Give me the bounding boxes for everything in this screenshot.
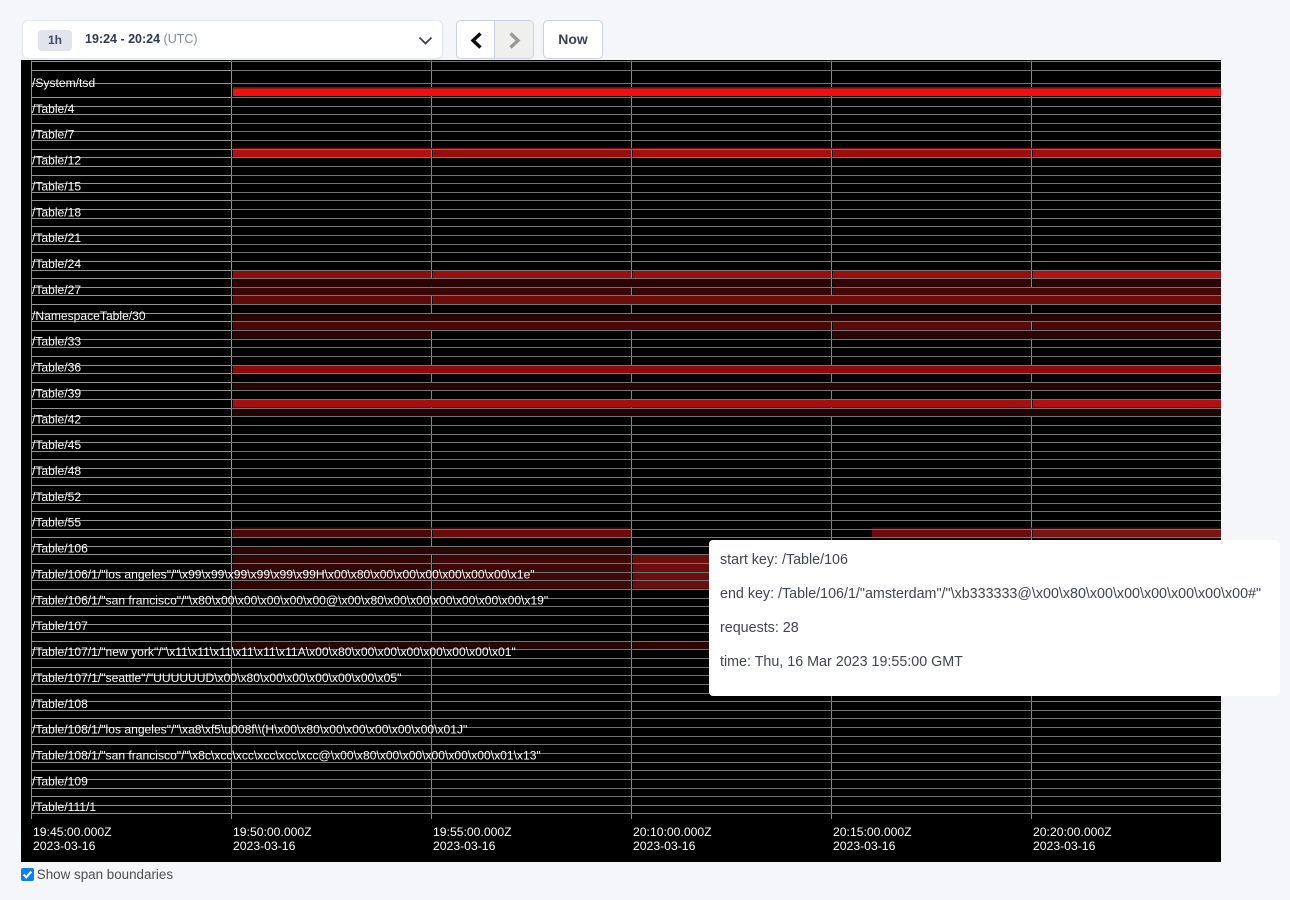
svg-text:19:50:00.000Z: 19:50:00.000Z — [233, 825, 312, 839]
svg-text:19:45:00.000Z: 19:45:00.000Z — [33, 825, 112, 839]
svg-text:/Table/15: /Table/15 — [32, 180, 81, 194]
svg-text:/Table/107: /Table/107 — [32, 619, 88, 633]
svg-text:/Table/12: /Table/12 — [32, 154, 81, 168]
svg-text:/Table/42: /Table/42 — [32, 412, 81, 426]
svg-text:/NamespaceTable/30: /NamespaceTable/30 — [32, 309, 146, 323]
svg-text:/Table/7: /Table/7 — [32, 128, 75, 142]
svg-text:2023-03-16: 2023-03-16 — [633, 839, 696, 853]
svg-text:/Table/106: /Table/106 — [32, 542, 88, 556]
svg-text:/Table/107/1/"new york"/"\x11\: /Table/107/1/"new york"/"\x11\x11\x11\x1… — [32, 645, 516, 659]
svg-text:2023-03-16: 2023-03-16 — [33, 839, 96, 853]
svg-text:/Table/107/1/"seattle"/"UUUUUU: /Table/107/1/"seattle"/"UUUUUUD\x00\x80\… — [32, 671, 401, 685]
svg-text:/Table/24: /Table/24 — [32, 257, 81, 271]
svg-text:/Table/108: /Table/108 — [32, 697, 88, 711]
svg-text:20:15:00.000Z: 20:15:00.000Z — [833, 825, 912, 839]
svg-text:/Table/36: /Table/36 — [32, 361, 81, 375]
svg-text:/System/tsd: /System/tsd — [32, 76, 95, 90]
svg-text:/Table/33: /Table/33 — [32, 335, 81, 349]
svg-text:/Table/55: /Table/55 — [32, 516, 81, 530]
svg-text:/Table/21: /Table/21 — [32, 231, 81, 245]
svg-text:/Table/48: /Table/48 — [32, 464, 81, 478]
svg-text:/Table/106/1/"los angeles"/"\x: /Table/106/1/"los angeles"/"\x99\x99\x99… — [32, 568, 535, 582]
svg-text:19:55:00.000Z: 19:55:00.000Z — [433, 825, 512, 839]
svg-text:/Table/111/1: /Table/111/1 — [32, 800, 96, 814]
svg-text:/Table/52: /Table/52 — [32, 490, 81, 504]
svg-text:/Table/45: /Table/45 — [32, 438, 81, 452]
svg-text:2023-03-16: 2023-03-16 — [233, 839, 296, 853]
svg-text:/Table/4: /Table/4 — [32, 102, 75, 116]
svg-text:/Table/39: /Table/39 — [32, 386, 81, 400]
svg-text:2023-03-16: 2023-03-16 — [433, 839, 496, 853]
svg-text:/Table/108/1/"san francisco"/": /Table/108/1/"san francisco"/"\x8c\xcc\x… — [32, 749, 541, 763]
svg-text:/Table/27: /Table/27 — [32, 283, 81, 297]
svg-text:2023-03-16: 2023-03-16 — [1033, 839, 1096, 853]
svg-text:20:20:00.000Z: 20:20:00.000Z — [1033, 825, 1112, 839]
svg-text:/Table/106/1/"san francisco"/": /Table/106/1/"san francisco"/"\x80\x00\x… — [32, 593, 548, 607]
svg-text:/Table/109: /Table/109 — [32, 774, 88, 788]
svg-text:2023-03-16: 2023-03-16 — [833, 839, 896, 853]
svg-text:/Table/108/1/"los angeles"/"\x: /Table/108/1/"los angeles"/"\xa8\xf5\u00… — [32, 723, 467, 737]
svg-text:20:10:00.000Z: 20:10:00.000Z — [633, 825, 712, 839]
svg-text:/Table/18: /Table/18 — [32, 205, 81, 219]
